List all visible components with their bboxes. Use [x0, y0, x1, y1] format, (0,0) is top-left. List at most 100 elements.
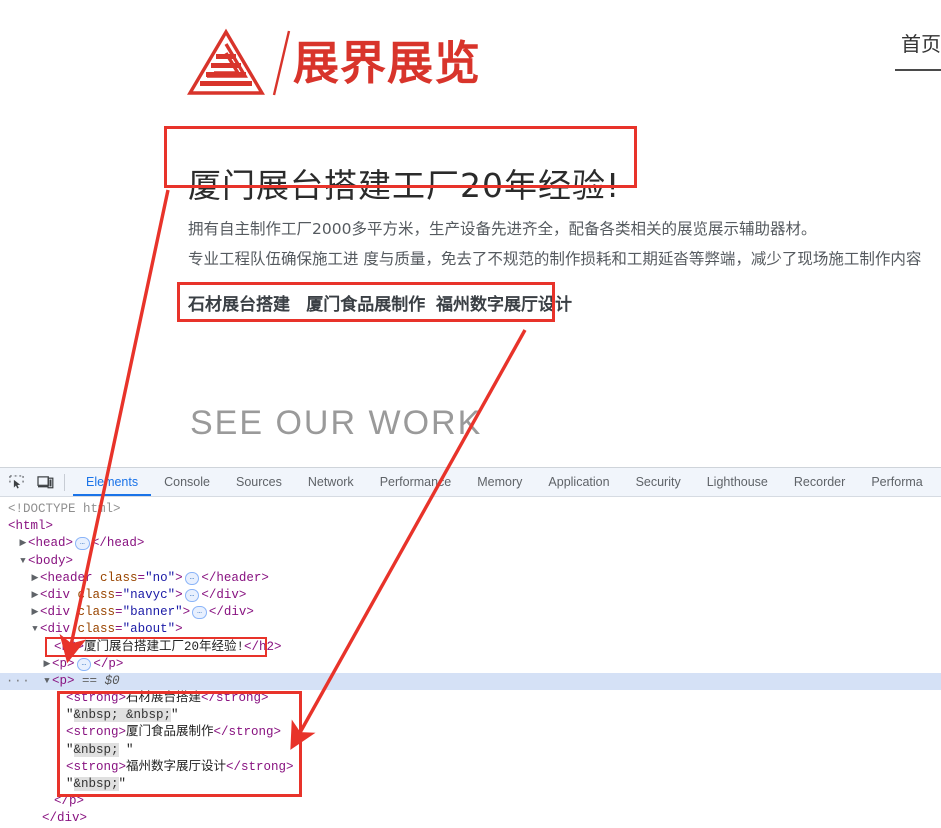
- dom-row-strong-1[interactable]: <strong>石材展台搭建</strong>: [0, 690, 941, 707]
- dom-row-entity-2[interactable]: "&nbsp; ": [0, 742, 941, 759]
- tab-sources[interactable]: Sources: [223, 468, 295, 496]
- section-title-see-our-work: SEE OUR WORK: [190, 404, 483, 442]
- head-open-tag: <head>: [28, 536, 74, 551]
- expand-triangle-right-icon[interactable]: ▶: [30, 570, 40, 587]
- h2-text-node: 厦门展台搭建工厂20年经验!: [84, 639, 245, 654]
- strong-2-open-tag: <strong>: [66, 725, 127, 740]
- dom-row-div-navyc[interactable]: ▶ <div class="navyc">… </div>: [0, 587, 941, 604]
- nav-item-home-label: 首页: [901, 32, 941, 56]
- tab-performance[interactable]: Performance: [367, 468, 465, 496]
- header-open-tag: <header: [40, 570, 93, 585]
- strong-3-text: 福州数字展厅设计: [126, 759, 227, 774]
- tab-network[interactable]: Network: [295, 468, 367, 496]
- dom-row-head[interactable]: ▶ <head>… </head>: [0, 535, 941, 552]
- inspect-element-icon[interactable]: [3, 469, 29, 495]
- collapsed-children-badge[interactable]: …: [184, 588, 200, 602]
- strong-2-text: 厦门食品展制作: [126, 725, 214, 740]
- div-navyc-open-tag: <div: [40, 587, 71, 602]
- strong-1-text: 石材展台搭建: [126, 691, 202, 706]
- dom-row-div-about[interactable]: ▼ <div class="about">: [0, 621, 941, 638]
- dom-row-doctype[interactable]: <!DOCTYPE html>: [0, 501, 941, 518]
- intro-line-1: 拥有自主制作工厂2000多平方米，生产设备先进齐全，配备各类相关的展览展示辅助器…: [188, 220, 817, 238]
- dom-row-html[interactable]: <html>: [0, 518, 941, 535]
- dom-row-entity-3[interactable]: "&nbsp;": [0, 776, 941, 793]
- strong-3-close-tag: </strong>: [226, 759, 294, 774]
- toolbar-divider: [64, 473, 65, 491]
- div-banner-open-tag-end: >: [182, 605, 191, 620]
- html-open-tag: <html>: [8, 519, 54, 534]
- dom-row-p-collapsed[interactable]: ▶ <p>… </p>: [0, 656, 941, 673]
- tab-console[interactable]: Console: [151, 468, 223, 496]
- devtools-toolbar: Elements Console Sources Network Perform…: [0, 468, 941, 497]
- h2-close-tag: </h2>: [244, 639, 282, 654]
- dom-row-header[interactable]: ▶ <header class="no">… </header>: [0, 570, 941, 587]
- div-navyc-close-tag: </div>: [201, 587, 247, 602]
- strong-1-close-tag: </strong>: [201, 691, 269, 706]
- expand-triangle-right-icon[interactable]: ▶: [18, 535, 28, 552]
- intro-line-2: 专业工程队伍确保施工进 度与质量，免去了不规范的制作损耗和工期延沓等弊端，减少了…: [188, 250, 922, 268]
- collapsed-children-badge[interactable]: …: [184, 571, 200, 585]
- div-about-attr-value: "about": [122, 622, 176, 637]
- keywords-line: 石材展台搭建 厦门食品展制作 福州数字展厅设计: [188, 290, 572, 315]
- header-open-tag-end: >: [175, 570, 183, 585]
- device-toolbar-icon[interactable]: [32, 469, 58, 495]
- entity-3-text: &nbsp;: [73, 777, 119, 791]
- tab-application[interactable]: Application: [535, 468, 622, 496]
- p-close-tag: </p>: [93, 656, 124, 671]
- expand-triangle-right-icon[interactable]: ▶: [42, 656, 52, 673]
- keyword-food-expo[interactable]: 厦门食品展制作: [306, 295, 425, 315]
- tab-security[interactable]: Security: [623, 468, 694, 496]
- dom-row-div-close[interactable]: </div>: [0, 810, 941, 827]
- expand-triangle-down-icon[interactable]: ▼: [42, 673, 52, 690]
- expand-triangle-right-icon[interactable]: ▶: [30, 587, 40, 604]
- div-banner-open-tag: <div: [40, 605, 71, 620]
- dom-row-body[interactable]: ▼ <body>: [0, 553, 941, 570]
- dom-row-entity-1[interactable]: "&nbsp; &nbsp;": [0, 707, 941, 724]
- collapsed-children-badge[interactable]: …: [76, 657, 92, 671]
- collapsed-children-badge[interactable]: …: [192, 606, 207, 620]
- div-about-attr-name: class: [77, 622, 116, 637]
- keyword-digital-hall[interactable]: 福州数字展厅设计: [436, 295, 572, 315]
- strong-3-open-tag: <strong>: [66, 759, 127, 774]
- entity-1-text: &nbsp; &nbsp;: [73, 708, 172, 723]
- tab-elements[interactable]: Elements: [73, 468, 152, 496]
- body-open-tag: <body>: [28, 553, 74, 568]
- dom-row-strong-3[interactable]: <strong>福州数字展厅设计</strong>: [0, 759, 941, 776]
- collapsed-children-badge[interactable]: …: [75, 537, 90, 551]
- div-navyc-attr-name: class: [77, 587, 116, 602]
- nav-item-home[interactable]: 首页: [895, 28, 941, 71]
- dom-row-div-banner[interactable]: ▶ <div class="banner">… </div>: [0, 604, 941, 621]
- div-navyc-attr-value: "navyc": [122, 587, 176, 602]
- nav-active-underline: [895, 69, 941, 71]
- expand-triangle-down-icon[interactable]: ▼: [30, 621, 40, 638]
- tab-recorder[interactable]: Recorder: [781, 468, 858, 496]
- expand-triangle-down-icon[interactable]: ▼: [18, 553, 28, 570]
- page-headline: 厦门展台搭建工厂20年经验!: [188, 166, 621, 206]
- div-banner-attr-name: class: [77, 605, 116, 620]
- row-overflow-dots[interactable]: ···: [6, 673, 31, 690]
- selected-console-ref: $0: [104, 673, 120, 688]
- tab-performance-insights[interactable]: Performa: [858, 468, 935, 496]
- keyword-stone-booth[interactable]: 石材展台搭建: [188, 295, 290, 315]
- div-about-open-tag-end: >: [175, 622, 183, 637]
- p-closing-tag: </p>: [54, 794, 85, 809]
- tab-lighthouse[interactable]: Lighthouse: [694, 468, 781, 496]
- div-navyc-open-tag-end: >: [175, 587, 183, 602]
- expand-triangle-right-icon[interactable]: ▶: [30, 604, 40, 621]
- dom-row-h2[interactable]: <h2>厦门展台搭建工厂20年经验!</h2>: [0, 639, 941, 656]
- tab-memory[interactable]: Memory: [464, 468, 535, 496]
- dom-row-strong-2[interactable]: <strong>厦门食品展制作</strong>: [0, 724, 941, 741]
- dom-tree[interactable]: <!DOCTYPE html> <html> ▶ <head>… </head> ▼…: [0, 497, 941, 828]
- div-closing-tag: </div>: [42, 811, 88, 826]
- div-banner-attr-value: "banner": [122, 605, 183, 620]
- p-selected-open-tag: <p>: [52, 673, 75, 688]
- doctype-text: <!DOCTYPE html>: [8, 502, 121, 516]
- dom-row-p-close[interactable]: </p>: [0, 793, 941, 810]
- head-close-tag: </head>: [91, 536, 145, 551]
- intro-paragraph: 拥有自主制作工厂2000多平方米，生产设备先进齐全，配备各类相关的展览展示辅助器…: [188, 214, 941, 274]
- site-logo[interactable]: 展界展览: [185, 25, 481, 101]
- entity-2-text: &nbsp;: [73, 742, 119, 757]
- pyramid-logo-icon: [187, 28, 265, 95]
- strong-1-open-tag: <strong>: [66, 691, 127, 706]
- dom-row-p-selected[interactable]: ··· ▼ <p> == $0: [0, 672, 941, 691]
